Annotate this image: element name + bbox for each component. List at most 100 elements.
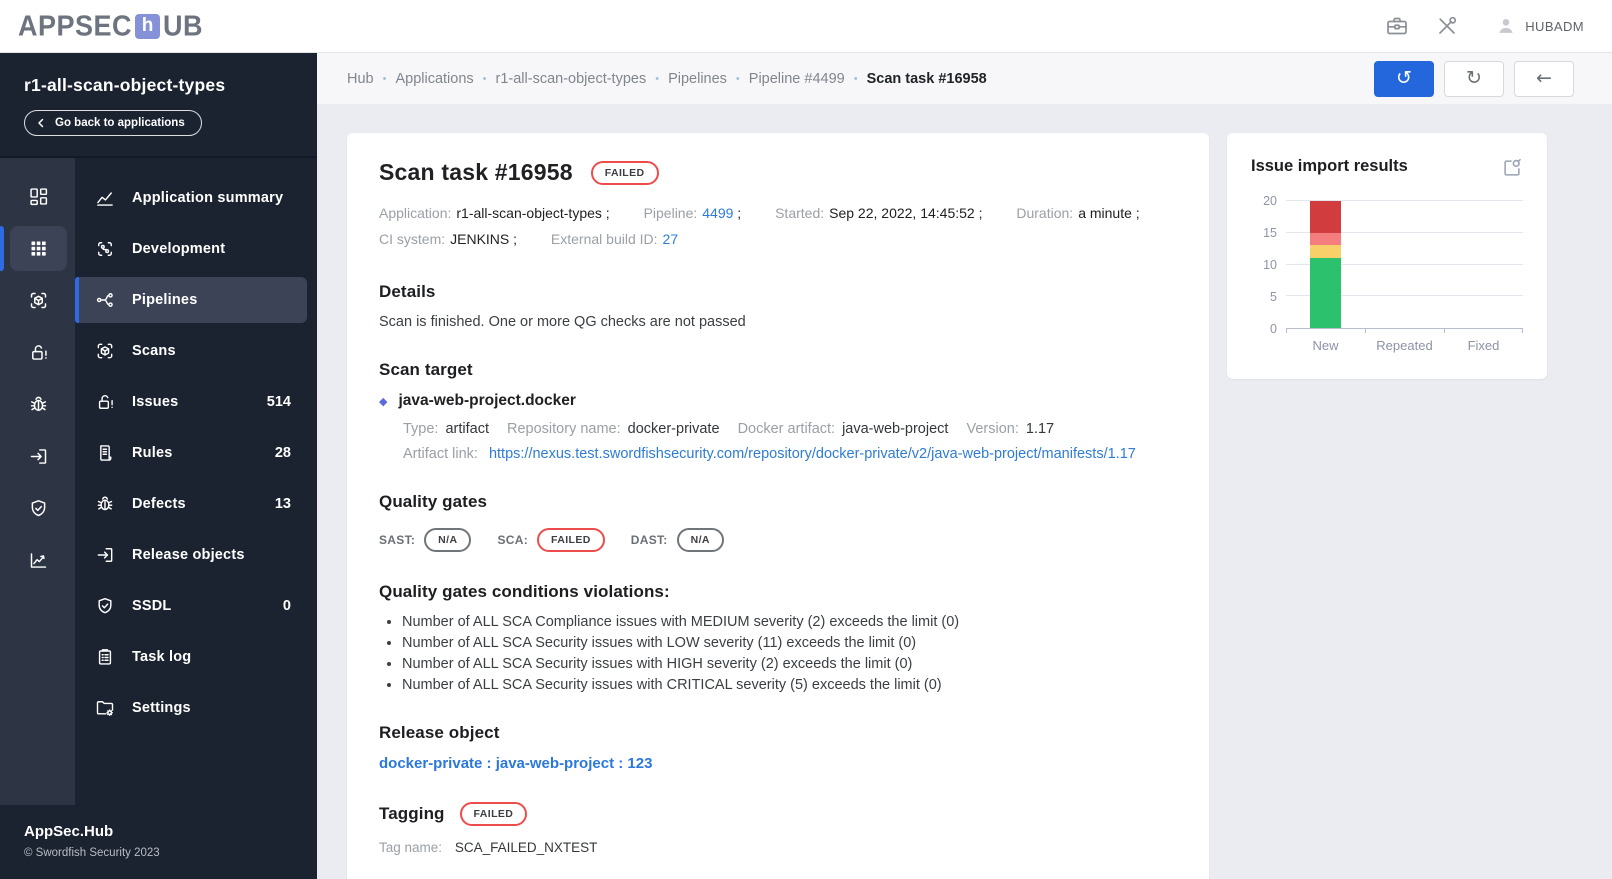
user-avatar-icon	[1495, 15, 1517, 37]
chart-x-tick-label: New	[1312, 338, 1339, 353]
rail-item-scans[interactable]	[0, 275, 75, 326]
breadcrumb-separator: •	[655, 72, 660, 85]
breadcrumb-item-applications[interactable]: Applications	[395, 71, 473, 87]
go-back-to-applications-button[interactable]: Go back to applications	[24, 110, 202, 136]
apps-grid-icon	[28, 238, 49, 259]
menu-count: 28	[274, 445, 291, 461]
quality-gates-row: SAST: N/A SCA: FAILED DAST: N/A	[379, 528, 1177, 552]
breadcrumb-item-pipeline[interactable]: Pipeline #4499	[749, 71, 845, 87]
release-object-link[interactable]: docker-private : java-web-project : 123	[379, 755, 1177, 772]
release-object-heading: Release object	[379, 723, 500, 742]
sidebar-item-defects[interactable]: Defects 13	[75, 481, 307, 527]
breadcrumb-separator: •	[482, 72, 487, 85]
rail-item-analytics[interactable]	[0, 535, 75, 586]
sidebar-item-ssdl[interactable]: SSDL 0	[75, 583, 307, 629]
shield-check-icon	[95, 596, 115, 616]
development-icon	[95, 239, 115, 259]
chart-bar-repeated	[1389, 201, 1420, 328]
breadcrumb-item-application[interactable]: r1-all-scan-object-types	[496, 71, 647, 87]
chart-bar-slot	[1365, 201, 1444, 328]
sidebar-item-scans[interactable]: Scans	[75, 328, 307, 374]
chart-bar-new	[1310, 201, 1341, 328]
product-name: AppSec.Hub	[24, 823, 114, 840]
chart-segment-medium[interactable]	[1310, 245, 1341, 259]
page-title: Scan task #16958	[379, 159, 573, 185]
shield-check-icon	[28, 498, 49, 519]
sidebar-item-rules[interactable]: Rules 28	[75, 430, 307, 476]
sidebar-item-settings[interactable]: Settings	[75, 685, 307, 731]
sidebar-item-development[interactable]: Development	[75, 226, 307, 272]
meta-label: Tag name:	[379, 840, 443, 855]
meta-label: Type:	[403, 421, 439, 437]
breadcrumb-item-hub[interactable]: Hub	[347, 71, 374, 87]
tools-icon[interactable]	[1435, 14, 1459, 38]
copyright: © Swordfish Security 2023	[24, 847, 160, 859]
gate-label: SAST:	[379, 533, 416, 547]
restart-scan-button[interactable]: ↺	[1374, 60, 1434, 97]
meta-label: CI system:	[379, 231, 446, 247]
chart-x-tick-mark	[1443, 328, 1445, 333]
back-arrow-icon: ←	[1536, 67, 1552, 89]
sidebar: r1-all-scan-object-types Go back to appl…	[0, 53, 317, 879]
chart-y-axis: 0 5 10 15 20	[1251, 194, 1277, 336]
sidebar-item-release-objects[interactable]: Release objects	[75, 532, 307, 578]
dast-status-badge: N/A	[676, 528, 724, 552]
sidebar-item-issues[interactable]: Issues 514	[75, 379, 307, 425]
preview-report-icon[interactable]	[1501, 157, 1523, 179]
chart-x-tick-mark	[1286, 328, 1287, 333]
icon-rail	[0, 158, 75, 805]
meta-label: External build ID:	[550, 231, 658, 247]
chart-bar-slot	[1286, 201, 1365, 328]
refresh-button[interactable]: ↻	[1444, 60, 1504, 97]
pipeline-link[interactable]: 4499	[702, 205, 733, 221]
scan-meta-line-2: CI system: JENKINS ; External build ID: 27	[379, 226, 1177, 252]
chart-segment-low[interactable]	[1310, 258, 1341, 328]
user-menu[interactable]: HUBADM	[1495, 15, 1584, 37]
issue-import-results-card: Issue import results 0 5 10 15 20 New Repeate…	[1227, 133, 1547, 379]
chart-y-tick-label: 5	[1270, 290, 1277, 304]
meta-value: java-web-project	[842, 421, 949, 437]
refresh-icon: ↻	[1466, 67, 1482, 89]
menu-label: Rules	[132, 445, 173, 461]
release-objects-icon	[28, 446, 49, 467]
sca-status-badge: FAILED	[537, 528, 605, 552]
sidebar-item-task-log[interactable]: Task log	[75, 634, 307, 680]
briefcase-icon[interactable]	[1385, 14, 1409, 38]
meta-value: r1-all-scan-object-types ;	[456, 205, 610, 221]
sidebar-item-application-summary[interactable]: Application summary	[75, 175, 307, 221]
sidebar-item-pipelines[interactable]: Pipelines	[75, 277, 307, 323]
rail-item-release-objects[interactable]	[0, 431, 75, 482]
scan-target-heading: Scan target	[379, 360, 473, 379]
external-build-link[interactable]: 27	[663, 231, 679, 247]
rail-item-ssdl[interactable]	[0, 483, 75, 534]
chart-segment-critical[interactable]	[1310, 201, 1341, 233]
breadcrumb-separator: •	[735, 72, 740, 85]
chart-segment-high[interactable]	[1310, 232, 1341, 246]
tag-name-row: Tag name: SCA_FAILED_NXTEST	[379, 840, 1177, 855]
diamond-bullet-icon: ◆	[379, 395, 388, 408]
rail-item-issues[interactable]	[0, 327, 75, 378]
breadcrumb: Hub • Applications • r1-all-scan-object-…	[347, 71, 987, 87]
bug-icon	[28, 394, 49, 415]
top-header: APPSEC h UB HUBADM	[0, 0, 1612, 53]
scan-meta-line-1: Application: r1-all-scan-object-types ; P…	[379, 200, 1177, 226]
rail-item-applications[interactable]	[0, 223, 75, 274]
meta-value: Sep 22, 2022, 14:45:52 ;	[829, 205, 983, 221]
rail-item-defects[interactable]	[0, 379, 75, 430]
scan-target-meta: Type: artifact Repository name: docker-pri…	[379, 421, 1177, 437]
breadcrumb-item-pipelines[interactable]: Pipelines	[668, 71, 727, 87]
settings-icon	[95, 698, 115, 718]
menu-label: Pipelines	[132, 292, 198, 308]
rail-item-dashboard[interactable]	[0, 171, 75, 222]
menu-label: Application summary	[132, 190, 284, 206]
bug-icon	[95, 494, 115, 514]
scan-cube-icon	[95, 341, 115, 361]
dashboard-icon	[28, 186, 49, 207]
artifact-link[interactable]: https://nexus.test.swordfishsecurity.com…	[489, 446, 1136, 462]
restart-icon: ↺	[1396, 67, 1412, 89]
menu-label: Settings	[132, 700, 191, 716]
back-button[interactable]: ←	[1514, 60, 1574, 97]
quality-gates-heading: Quality gates	[379, 492, 488, 511]
scan-task-card: Scan task #16958 FAILED Application: r1-a…	[347, 133, 1209, 879]
meta-separator: ;	[733, 205, 742, 221]
